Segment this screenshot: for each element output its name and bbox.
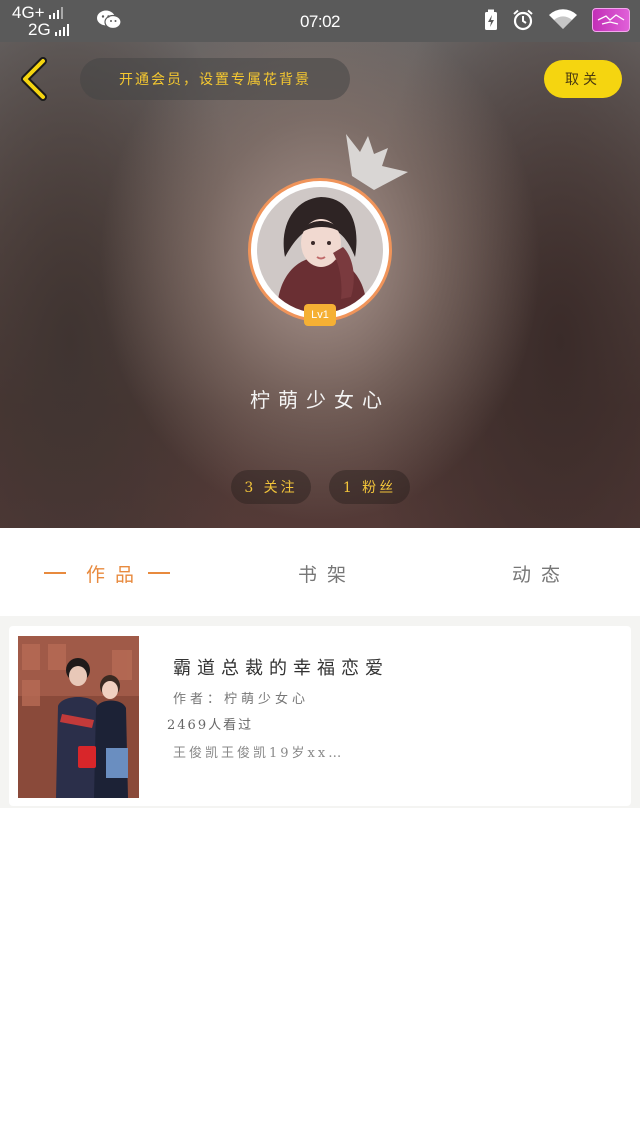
tab-indicator-right (148, 572, 170, 574)
fans-count-button[interactable]: 1 粉丝 (329, 470, 410, 504)
battery-saver-icon (485, 9, 497, 30)
avatar-photo (257, 187, 383, 313)
vip-banner-text: 开通会员，设置专属花背景 (119, 72, 311, 88)
following-count-button[interactable]: 3 关注 (231, 470, 311, 504)
avatar[interactable] (248, 178, 392, 322)
following-count-label: 3 关注 (244, 480, 298, 496)
back-button[interactable] (14, 54, 54, 104)
tab-bookshelf[interactable]: 书架 (298, 560, 356, 587)
username: 柠萌少女心 (250, 388, 390, 412)
alarm-icon (513, 9, 533, 31)
unfollow-button[interactable]: 取关 (544, 60, 622, 98)
profile-header: 开通会员，设置专属花背景 取关 Lv1 柠萌少女心 3 关注 1 粉丝 (0, 42, 640, 528)
chevron-left-icon (21, 57, 47, 101)
book-description: 王俊凯王俊凯19岁xx… (173, 746, 345, 761)
book-author: 作者：柠萌少女心 (173, 692, 310, 707)
tab-works[interactable]: 作品 (86, 560, 144, 587)
tab-bar: 作品 书架 动态 (0, 528, 640, 616)
tab-activity[interactable]: 动态 (512, 560, 570, 587)
book-card[interactable]: 霸道总裁的幸福恋爱 作者：柠萌少女心 2469人看过 王俊凯王俊凯19岁xx… (9, 626, 631, 806)
status-bar: 4G+ 2G 07:02 (0, 0, 640, 42)
level-badge: Lv1 (304, 304, 336, 326)
vip-banner[interactable]: 开通会员，设置专属花背景 (80, 58, 350, 100)
status-icons (484, 8, 630, 32)
battery-icon (592, 8, 630, 32)
fans-count-label: 1 粉丝 (342, 480, 397, 496)
wifi-icon (549, 9, 577, 29)
book-cover[interactable] (18, 636, 139, 798)
unfollow-button-label: 取关 (565, 72, 601, 88)
section-divider (0, 616, 640, 626)
works-list: 霸道总裁的幸福恋爱 作者：柠萌少女心 2469人看过 王俊凯王俊凯19岁xx… (0, 626, 640, 808)
book-title[interactable]: 霸道总裁的幸福恋爱 (173, 654, 389, 680)
book-read-count: 2469人看过 (167, 718, 254, 733)
tab-indicator-left (44, 572, 66, 574)
book-cover-image (18, 636, 139, 798)
